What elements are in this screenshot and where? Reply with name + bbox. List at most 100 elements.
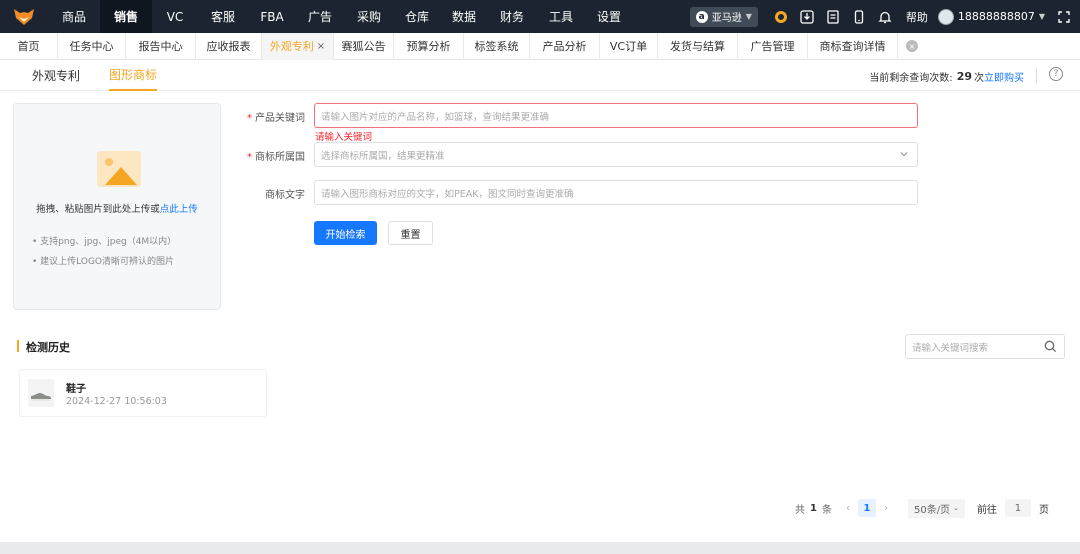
pagination: 共 1 条 ‹ 1 › 50条/页 ⌄ 前往 1 页 (795, 498, 1049, 518)
history-item[interactable]: 鞋子 2024-12-27 10:56:03 (19, 369, 267, 417)
quota-count: 29 (956, 70, 972, 83)
avatar (937, 8, 954, 25)
download-icon[interactable] (799, 9, 815, 25)
nav-item-10[interactable]: 工具 (536, 0, 586, 33)
upload-tip-formats-text: 支持png、jpg、jpeg（4M以内） (40, 237, 177, 247)
buy-now-link[interactable]: 立即购买 (984, 69, 1024, 84)
click-upload-link[interactable]: 点此上传 (160, 204, 198, 215)
help-circle-icon[interactable]: ? (1049, 67, 1063, 81)
fullscreen-icon[interactable] (1056, 9, 1072, 25)
total-count: 1 (810, 502, 817, 514)
history-search-placeholder: 请输入关键词搜索 (912, 342, 989, 354)
tab-label: 预算分析 (406, 40, 451, 53)
tab-1[interactable]: 任务中心 (58, 32, 126, 60)
country-select-placeholder: 选择商标所属国，结果更精准 (321, 150, 445, 162)
nav-item-5[interactable]: 广告 (296, 0, 344, 33)
keyword-label-text: 产品关键词 (255, 113, 305, 124)
tab-3[interactable]: 应收报表 (196, 32, 262, 60)
top-navigation-bar: 商品 销售 VC 客服 FBA 广告 采购 仓库 数据 财务 工具 设置 a 亚马逊 ▼ 帮助 188… (0, 0, 1080, 33)
upload-hint: 拖拽、粘贴图片到此处上传或点此上传 (14, 201, 220, 215)
keyword-input[interactable]: 请输入图片对应的产品名称，如篮球，查询结果更准确 (314, 103, 918, 128)
tabs-more-icon[interactable]: × (906, 40, 918, 52)
document-icon[interactable] (825, 9, 841, 25)
total-prefix: 共 (795, 504, 805, 516)
bell-icon[interactable] (877, 9, 893, 25)
tab-5[interactable]: 赛狐公告 (334, 32, 394, 60)
top-right-toolbar: a 亚马逊 ▼ 帮助 18888888807 ▼ (689, 0, 1080, 33)
tab-close-icon[interactable]: × (317, 41, 325, 52)
tab-7[interactable]: 标签系统 (464, 32, 530, 60)
nav-item-11[interactable]: 设置 (586, 0, 632, 33)
keyword-label: * 产品关键词 (247, 113, 305, 124)
nav-item-6[interactable]: 采购 (344, 0, 394, 33)
history-item-time: 2024-12-27 10:56:03 (66, 396, 167, 407)
subtabs-bar: 外观专利 图形商标 当前剩余查询次数: 29 次 立即购买 ? (0, 60, 1080, 91)
nav-item-8[interactable]: 数据 (440, 0, 488, 33)
platform-select[interactable]: a 亚马逊 ▼ (689, 6, 758, 27)
nav-item-0[interactable]: 商品 (48, 0, 100, 33)
history-search-input[interactable]: 请输入关键词搜索 (905, 334, 1065, 359)
image-upload-area[interactable]: 拖拽、粘贴图片到此处上传或点此上传 • 支持png、jpg、jpeg（4M以内）… (13, 103, 221, 310)
nav-item-7[interactable]: 仓库 (394, 0, 440, 33)
nav-item-1[interactable]: 销售 (100, 0, 152, 33)
tab-12[interactable]: 商标查询详情 (808, 32, 898, 60)
tab-label: 报告中心 (138, 40, 183, 53)
upload-tip-formats: • 支持png、jpg、jpeg（4M以内） (32, 237, 177, 247)
tab-9[interactable]: VC订单 (600, 32, 658, 60)
history-title: 检测历史 (26, 341, 70, 354)
divider (1036, 68, 1037, 83)
total-suffix: 条 (821, 504, 832, 516)
bulb-icon[interactable] (773, 9, 789, 25)
page-size-select[interactable]: 50条/页 ⌄ (907, 498, 965, 518)
upload-tip-logo-text: 建议上传LOGO清晰可辨认的图片 (40, 257, 175, 267)
subtab-design-patent[interactable]: 外观专利 (32, 60, 80, 91)
quota-unit: 次 (974, 73, 984, 84)
user-menu[interactable]: 18888888807 ▼ (937, 8, 1045, 25)
quota-label: 当前剩余查询次数: (869, 73, 953, 84)
logo-fox-icon[interactable] (0, 0, 48, 33)
tab-6[interactable]: 预算分析 (394, 32, 464, 60)
nav-item-4[interactable]: FBA (248, 0, 296, 33)
tab-label: 发货与结算 (670, 40, 725, 53)
page-size-value: 50条/页 (913, 504, 951, 516)
image-placeholder-icon (95, 149, 143, 192)
bottom-scrollbar[interactable] (0, 542, 1080, 554)
user-phone: 18888888807 (957, 10, 1035, 23)
caret-down-icon: ▼ (745, 12, 752, 21)
amazon-icon: a (695, 10, 708, 23)
goto-label: 前往 (976, 504, 997, 516)
upload-hint-text: 拖拽、粘贴图片到此处上传或 (36, 204, 160, 215)
trademark-text-input[interactable]: 请输入图形商标对应的文字，如PEAK，图文同时查询更准确 (314, 180, 918, 205)
goto-input[interactable]: 1 (1004, 499, 1031, 517)
chevron-down-icon (899, 149, 909, 162)
tab-10[interactable]: 发货与结算 (658, 32, 738, 60)
nav-item-3[interactable]: 客服 (198, 0, 248, 33)
keyword-error-message: 请输入关键词 (315, 132, 373, 143)
tab-label: 外观专利 (269, 40, 314, 53)
upload-tip-logo: • 建议上传LOGO清晰可辨认的图片 (32, 257, 175, 267)
help-link[interactable]: 帮助 (906, 9, 928, 25)
platform-label: 亚马逊 (711, 13, 742, 24)
reset-button[interactable]: 重置 (388, 221, 433, 245)
tab-2[interactable]: 报告中心 (126, 32, 196, 60)
tab-label: 商标查询详情 (819, 40, 886, 53)
tab-0[interactable]: 首页 (0, 32, 58, 60)
search-icon[interactable] (1044, 340, 1057, 356)
current-page[interactable]: 1 (857, 499, 876, 517)
subtab-graphic-trademark[interactable]: 图形商标 (109, 60, 158, 91)
country-select[interactable]: 选择商标所属国，结果更精准 (314, 142, 918, 167)
mobile-icon[interactable] (851, 9, 867, 25)
country-label-text: 商标所属国 (255, 152, 305, 163)
page-tabs-bar: 首页 任务中心 报告中心 应收报表 外观专利 × 赛狐公告 预算分析 标签系统 产品分析 VC订单发… (0, 32, 1080, 60)
nav-item-2[interactable]: VC (152, 0, 198, 33)
tab-label: VC订单 (609, 40, 648, 53)
goto-suffix: 页 (1038, 504, 1049, 516)
tab-11[interactable]: 广告管理 (738, 32, 808, 60)
start-search-button[interactable]: 开始检索 (314, 221, 377, 245)
tab-8[interactable]: 产品分析 (530, 32, 600, 60)
nav-item-9[interactable]: 财务 (488, 0, 536, 33)
tab-4[interactable]: 外观专利 × (262, 32, 334, 60)
prev-page-icon[interactable]: ‹ (846, 503, 850, 514)
next-page-icon[interactable]: › (884, 503, 888, 514)
trademark-text-label: 商标文字 (215, 186, 305, 201)
